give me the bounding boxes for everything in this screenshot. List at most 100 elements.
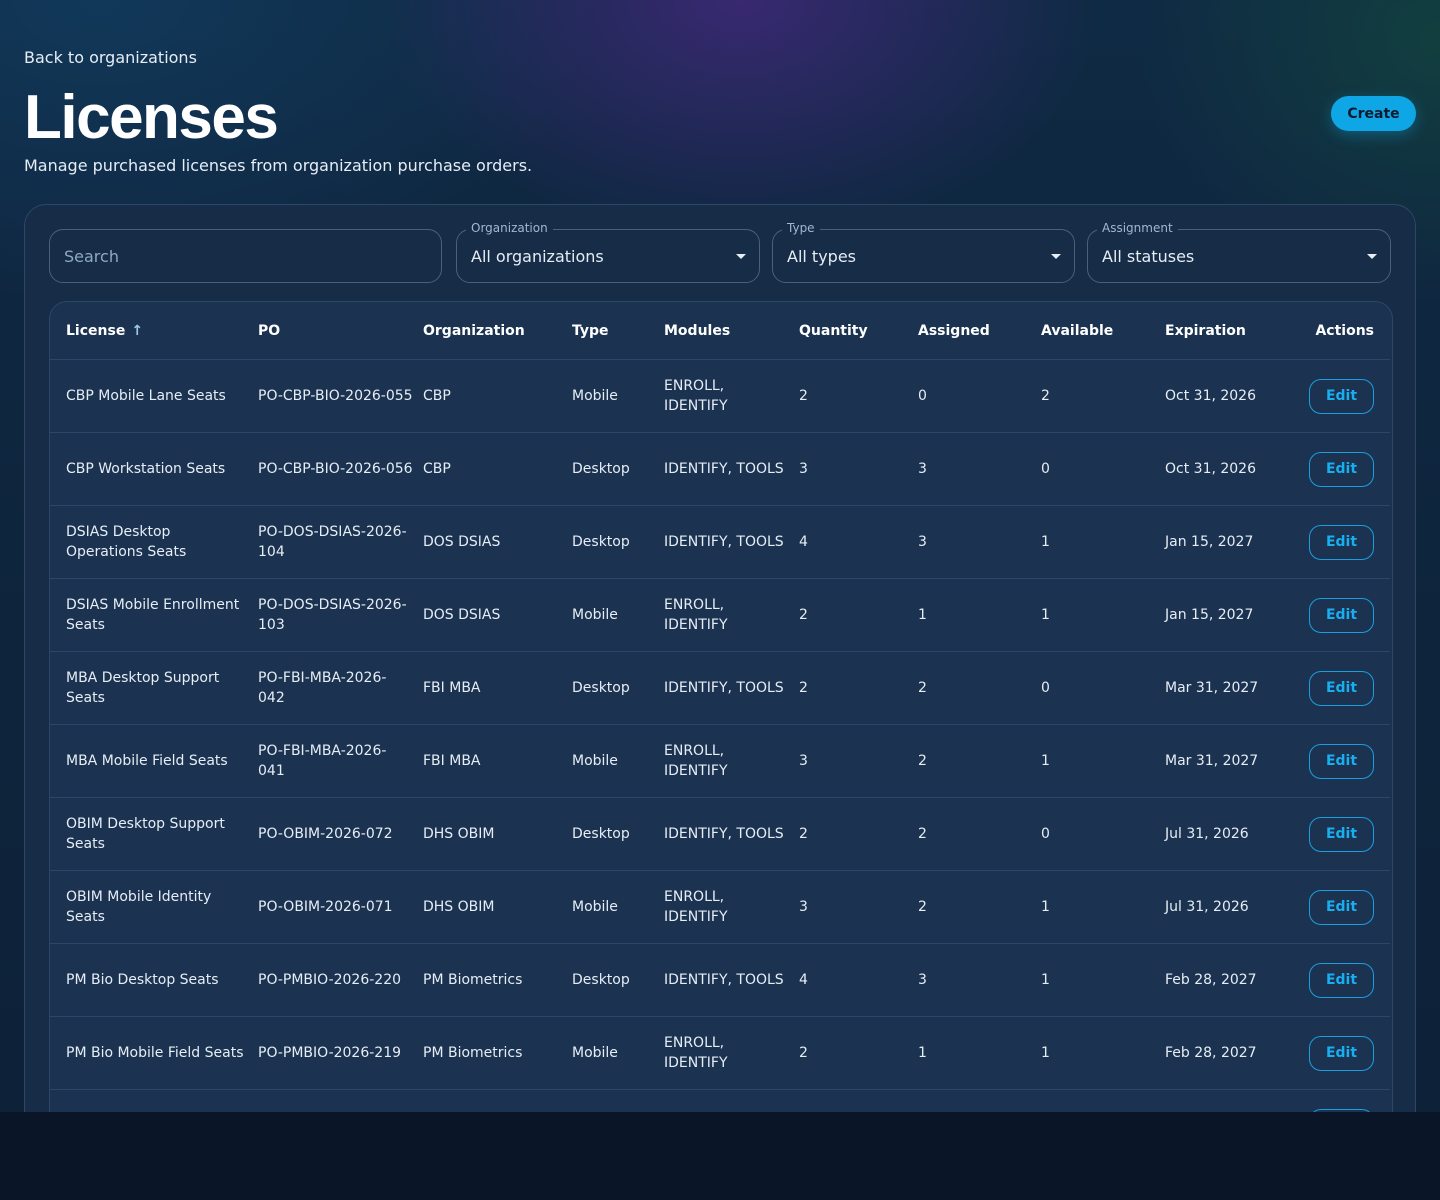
cell-modules: IDENTIFY, TOOLS xyxy=(664,505,799,579)
license-value: OBIM Mobile Identity Seats xyxy=(66,889,212,925)
assigned-value: 3 xyxy=(918,461,927,477)
modules-value: ENROLL, IDENTIFY xyxy=(664,743,728,779)
available-value: 0 xyxy=(1041,680,1050,696)
column-header-po[interactable]: PO xyxy=(258,302,423,360)
cell-modules: ENROLL, IDENTIFY xyxy=(664,870,799,944)
license-value: MBA Mobile Field Seats xyxy=(66,753,228,769)
cell-quantity: 3 xyxy=(799,432,918,506)
column-header-type[interactable]: Type xyxy=(572,302,664,360)
assigned-value: 0 xyxy=(918,388,927,404)
column-header-license-label: License xyxy=(66,322,126,339)
table-row: PM Bio Desktop Seats PO-PMBIO-2026-220 PM … xyxy=(50,943,1390,1017)
create-button[interactable]: Create xyxy=(1331,96,1416,131)
cell-organization: PM Biometrics xyxy=(423,943,572,1017)
cell-organization: FBI MBA xyxy=(423,651,572,725)
column-header-license[interactable]: License ↑ xyxy=(50,302,258,360)
organization-filter-label: Organization xyxy=(466,221,553,235)
cell-po: PO-USCG-BIO- xyxy=(258,1089,423,1112)
cell-modules: IDENTIFY, TOOLS xyxy=(664,797,799,871)
cell-modules: ENROLL, IDENTIFY xyxy=(664,359,799,433)
chevron-down-icon xyxy=(1367,254,1377,259)
type-value: Mobile xyxy=(572,607,618,623)
modules-value: ENROLL, IDENTIFY xyxy=(664,1035,728,1071)
column-header-available[interactable]: Available xyxy=(1041,302,1165,360)
type-value: Mobile xyxy=(572,388,618,404)
cell-type: Desktop xyxy=(572,651,664,725)
license-value: CBP Mobile Lane Seats xyxy=(66,388,226,404)
column-header-modules[interactable]: Modules xyxy=(664,302,799,360)
modules-value: IDENTIFY, TOOLS xyxy=(664,534,784,550)
table-row: DSIAS Mobile Enrollment Seats PO-DOS-DSIA… xyxy=(50,578,1390,652)
cell-expiration: Jan 15, 2027 xyxy=(1165,505,1286,579)
cell-expiration: Mar 31, 2027 xyxy=(1165,724,1286,798)
column-header-expiration[interactable]: Expiration xyxy=(1165,302,1286,360)
search-input[interactable] xyxy=(49,229,442,283)
cell-type: Desktop xyxy=(572,505,664,579)
table-row: OBIM Mobile Identity Seats PO-OBIM-2026-0… xyxy=(50,870,1390,944)
licenses-panel: Organization All organizations Type All … xyxy=(24,204,1416,1112)
cell-type xyxy=(572,1089,664,1112)
sort-ascending-icon: ↑ xyxy=(131,322,144,339)
column-header-assigned[interactable]: Assigned xyxy=(918,302,1041,360)
quantity-value: 4 xyxy=(799,972,808,988)
back-to-organizations-link[interactable]: Back to organizations xyxy=(24,48,197,67)
type-value: Desktop xyxy=(572,461,630,477)
column-header-quantity[interactable]: Quantity xyxy=(799,302,918,360)
edit-button[interactable]: Edit xyxy=(1309,524,1374,560)
table-header-row: License ↑ PO Organization Type Modules Qu… xyxy=(50,302,1390,360)
po-value: PO-OBIM-2026-072 xyxy=(258,826,393,842)
cell-type: Desktop xyxy=(572,943,664,1017)
assignment-filter-value: All statuses xyxy=(1102,247,1195,266)
available-value: 1 xyxy=(1041,1045,1050,1061)
cell-quantity: 2 xyxy=(799,359,918,433)
column-header-organization[interactable]: Organization xyxy=(423,302,572,360)
edit-button[interactable]: Edit xyxy=(1309,1035,1374,1071)
modules-value: ENROLL, IDENTIFY xyxy=(664,889,728,925)
quantity-value: 3 xyxy=(799,899,808,915)
type-filter-value: All types xyxy=(787,247,856,266)
cell-modules: ENROLL, IDENTIFY xyxy=(664,724,799,798)
type-value: Desktop xyxy=(572,972,630,988)
cell-license: MBA Mobile Field Seats xyxy=(50,724,258,798)
organization-filter[interactable]: Organization All organizations xyxy=(456,221,760,283)
cell-expiration: Feb 28, 2027 xyxy=(1165,1016,1286,1090)
cell-type: Desktop xyxy=(572,797,664,871)
cell-expiration: Mar 31, 2027 xyxy=(1165,651,1286,725)
type-filter[interactable]: Type All types xyxy=(772,221,1075,283)
table-row: MBA Mobile Field Seats PO-FBI-MBA-2026-04… xyxy=(50,724,1390,798)
cell-available: 1 xyxy=(1041,724,1165,798)
license-value: DSIAS Desktop Operations Seats xyxy=(66,524,187,560)
edit-button[interactable]: Edit xyxy=(1309,670,1374,706)
cell-available: 1 xyxy=(1041,870,1165,944)
modules-value: IDENTIFY, TOOLS xyxy=(664,826,784,842)
cell-assigned: 3 xyxy=(918,432,1041,506)
modules-value: IDENTIFY, TOOLS xyxy=(664,972,784,988)
po-value: PO-PMBIO-2026-220 xyxy=(258,972,402,988)
edit-button[interactable]: Edit xyxy=(1309,378,1374,414)
table-row: DSIAS Desktop Operations Seats PO-DOS-DSI… xyxy=(50,505,1390,579)
cell-actions: Edit xyxy=(1286,1089,1390,1112)
cell-quantity: 3 xyxy=(799,870,918,944)
edit-button[interactable]: Edit xyxy=(1309,889,1374,925)
quantity-value: 3 xyxy=(799,461,808,477)
assigned-value: 3 xyxy=(918,534,927,550)
assignment-filter[interactable]: Assignment All statuses xyxy=(1087,221,1391,283)
edit-button[interactable]: Edit xyxy=(1309,816,1374,852)
po-value: PO-DOS-DSIAS-2026-103 xyxy=(258,597,407,633)
cell-available: 0 xyxy=(1041,797,1165,871)
chevron-down-icon xyxy=(736,254,746,259)
cell-actions: Edit xyxy=(1286,870,1390,944)
edit-button[interactable]: Edit xyxy=(1309,451,1374,487)
cell-actions: Edit xyxy=(1286,505,1390,579)
cell-quantity: 3 xyxy=(799,724,918,798)
assigned-value: 2 xyxy=(918,899,927,915)
cell-assigned: 1 xyxy=(918,1016,1041,1090)
edit-button[interactable]: Edit xyxy=(1309,597,1374,633)
cell-assigned: 2 xyxy=(918,797,1041,871)
edit-button[interactable]: Edit xyxy=(1309,743,1374,779)
edit-button[interactable]: Edit xyxy=(1309,962,1374,998)
cell-available: 2 xyxy=(1041,359,1165,433)
edit-button[interactable]: Edit xyxy=(1309,1108,1374,1112)
cell-po: PO-OBIM-2026-071 xyxy=(258,870,423,944)
type-value: Mobile xyxy=(572,753,618,769)
